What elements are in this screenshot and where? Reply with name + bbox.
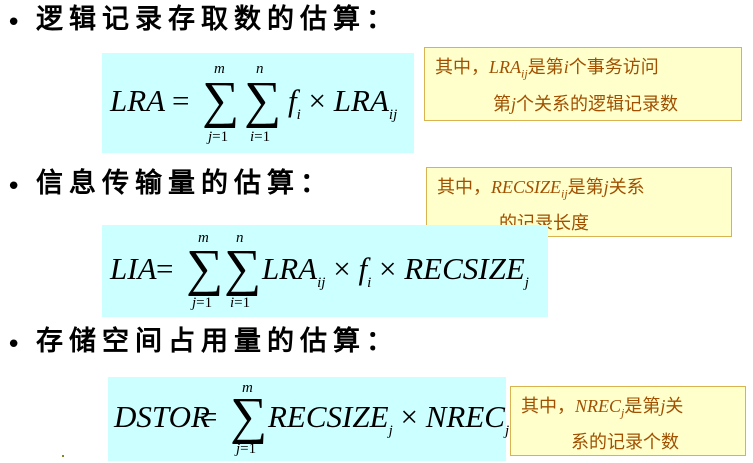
bullet: • [6,172,22,202]
sum-bottom: i=1 [250,129,271,145]
bullet: • [6,8,22,38]
sum-symbol: ∑ [186,240,224,297]
section-heading-dstor: 存储空间占用量的估算： [36,326,399,357]
formula-lia: LIA = m ∑ j=1 n ∑ i=1 LRAij × fi × RECSI… [102,225,548,317]
sum-bottom: j=1 [192,295,213,311]
sum-symbol: ∑ [244,72,282,129]
note-lra: 其中，LRAij是第i个事务访问 第j个关系的逻辑记录数 [424,47,742,121]
sum-symbol: ∑ [224,240,262,297]
sum-bottom: i=1 [230,295,251,311]
decorative-dot [62,455,64,457]
formula-term: RECSIZEj × NRECj [268,399,510,439]
bullet: • [6,330,22,360]
sum-symbol: ∑ [230,388,268,445]
formula-lhs: LRA [110,83,166,118]
formula-eq: = [200,399,218,434]
section-heading-lia: 信息传输量的估算： [36,168,333,199]
note-dstor: 其中，NRECj是第j关 系的记录个数 [510,386,746,456]
formula-term: fi × LRAij [288,83,398,123]
sum-bottom: j=1 [236,441,257,457]
formula-lhs: LIA [110,251,157,286]
formula-eq: = [172,83,190,118]
sum-bottom: j=1 [208,129,229,145]
formula-lhs: DSTOR [114,399,210,434]
sum-symbol: ∑ [202,72,240,129]
section-heading-lra: 逻辑记录存取数的估算： [36,4,399,35]
formula-lra: LRA = m ∑ j=1 n ∑ i=1 fi × LRAij [102,53,414,153]
formula-term: LRAij × fi × RECSIZEj [262,251,529,291]
formula-eq: = [156,251,174,286]
formula-dstor: DSTOR = m ∑ j=1 RECSIZEj × NRECj [108,377,510,461]
